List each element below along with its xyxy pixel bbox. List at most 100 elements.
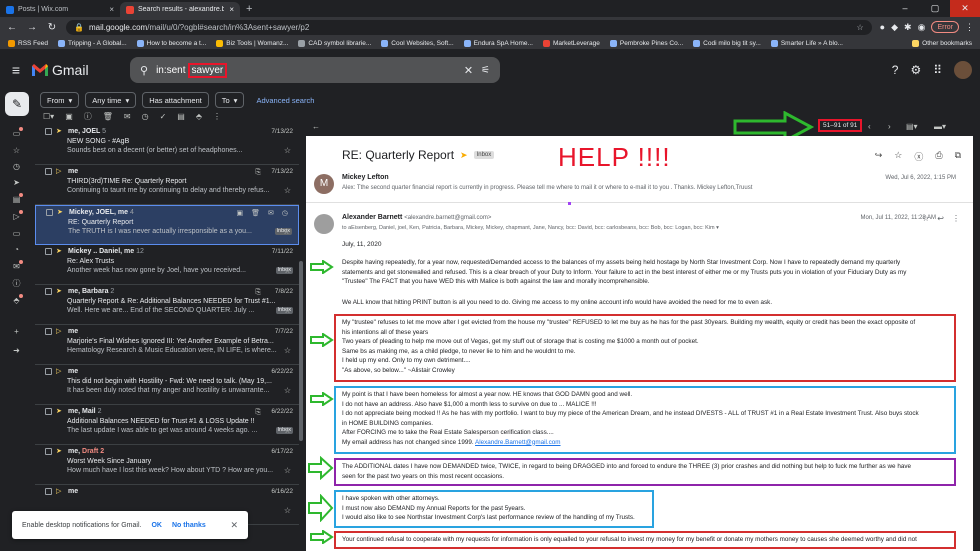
filter-has-attachment[interactable]: Has attachment — [142, 92, 209, 108]
back-to-list-icon[interactable]: ← — [312, 122, 320, 131]
toast-ok-button[interactable]: OK — [151, 522, 162, 529]
search-bar[interactable]: ⚲ in:sent sawyer ✕ ⚟ — [130, 57, 500, 83]
email-row[interactable]: ▷ me 6/22/22 This did not begin with Hosti… — [35, 365, 299, 405]
create-label-icon[interactable]: + — [12, 327, 21, 336]
star-icon[interactable]: ☆ — [284, 146, 291, 156]
extension-icon[interactable]: ● — [880, 22, 885, 32]
star-icon[interactable]: ☆ — [284, 306, 291, 316]
delete-icon[interactable]: 🗑 — [251, 209, 260, 219]
reply-all-icon[interactable]: ↪ — [875, 150, 883, 163]
email-row[interactable]: ➤ me, Mail 2 6/22/22 Additional Balances NE… — [35, 405, 299, 445]
email-row[interactable]: ➤ Mickey, JOEL, me 4 RE: Quarterly Report T… — [35, 205, 299, 245]
settings-gear-icon[interactable]: ⚙ — [910, 63, 921, 77]
forward-icon[interactable]: → — [26, 22, 38, 33]
prev-page-icon[interactable]: ‹ — [868, 122, 871, 131]
important-marker-icon[interactable]: ➤ — [56, 407, 64, 417]
tab-wix-posts[interactable]: Posts | Wix.com × — [0, 2, 120, 17]
delete-icon[interactable]: 🗑 — [103, 112, 113, 121]
important-marker-icon[interactable]: ➤ — [57, 208, 65, 218]
star-icon[interactable]: ☆ — [284, 266, 291, 276]
bookmark-item[interactable]: MarketLeverage — [542, 39, 600, 47]
forward-icon[interactable]: ☆ — [894, 150, 902, 163]
account-avatar[interactable] — [954, 61, 972, 79]
main-menu-icon[interactable]: ≡ — [0, 62, 32, 78]
toast-close-icon[interactable]: ✕ — [230, 520, 238, 531]
important-marker-icon[interactable]: ➤ — [56, 447, 64, 457]
email-link[interactable]: Alexandre.Barnett@gmail.com — [475, 439, 561, 446]
compose-button[interactable]: ✎ — [5, 92, 29, 116]
email-row[interactable]: ▷ me 7/7/22 Marjorie's Final Wishes Ignore… — [35, 325, 299, 365]
list-scrollbar[interactable] — [299, 117, 304, 551]
filter-from[interactable]: From ▾ — [40, 92, 80, 108]
new-tab-button[interactable]: + — [240, 3, 258, 15]
important-marker-icon[interactable]: ➤ — [56, 247, 64, 257]
more-options-icon[interactable]: ⋮ — [213, 112, 221, 121]
move-to-icon[interactable]: ▤ — [177, 112, 185, 121]
bookmark-star-icon[interactable]: ☆ — [857, 23, 864, 32]
row-checkbox[interactable] — [45, 288, 52, 296]
clear-search-icon[interactable]: ✕ — [464, 64, 473, 77]
archive-icon[interactable]: ▣ — [237, 209, 244, 219]
all-mail-icon[interactable]: ✉ — [12, 260, 23, 271]
snooze-icon[interactable]: ◷ — [282, 209, 288, 219]
label-icon[interactable]: ⬘ — [196, 112, 202, 121]
close-thread-icon[interactable]: ⓧ — [914, 150, 923, 163]
minimize-icon[interactable]: – — [890, 0, 920, 17]
inbox-label-chip[interactable]: Inbox — [473, 151, 495, 159]
recipients-line[interactable]: to aEisenberg, Daniel, joel, Ken, Patric… — [342, 225, 719, 231]
bookmark-item[interactable]: Codi milo big tit sy... — [693, 39, 761, 47]
star-icon[interactable]: ☆ — [284, 466, 291, 476]
row-checkbox[interactable] — [45, 128, 52, 136]
print-icon[interactable]: ⎙ — [935, 150, 942, 163]
star-icon[interactable]: ☆ — [284, 386, 291, 396]
back-icon[interactable]: ← — [6, 22, 18, 33]
scrollbar-thumb[interactable] — [299, 261, 303, 441]
bookmark-item[interactable]: CAD symbol librarie... — [298, 39, 371, 47]
bookmark-item[interactable]: Endura SpA Home... — [463, 39, 533, 47]
split-pane-icon[interactable]: ▤▾ — [906, 122, 918, 131]
reply-icon[interactable]: ↩ — [937, 214, 944, 223]
archive-icon[interactable]: ▣ — [65, 112, 73, 121]
bookmark-item[interactable]: RSS Feed — [8, 39, 48, 47]
puzzle-icon[interactable]: ✱ — [904, 22, 912, 33]
gmail-logo[interactable]: Gmail — [32, 62, 130, 78]
add-task-icon[interactable]: ✓ — [160, 112, 167, 121]
star-icon[interactable]: ☆ — [284, 506, 291, 516]
filter-any-time[interactable]: Any time ▾ — [85, 92, 137, 108]
drafts-icon[interactable]: ▤ — [12, 193, 23, 204]
mark-unread-icon[interactable]: ✉ — [124, 112, 131, 121]
maximize-icon[interactable]: ▢ — [920, 0, 950, 17]
bookmark-item[interactable]: Pembroke Pines Co... — [609, 39, 683, 47]
star-icon[interactable]: ☆ — [284, 346, 291, 356]
email-row[interactable]: ➤ me, Draft 2 6/17/22 Worst Week Since Jan… — [35, 445, 299, 485]
row-checkbox[interactable] — [45, 168, 52, 176]
snooze-icon[interactable]: ◷ — [142, 112, 149, 121]
star-icon[interactable]: ☆ — [284, 186, 291, 196]
next-page-icon[interactable]: › — [888, 122, 891, 131]
email-row[interactable]: ▷ me 7/13/22 THIRD(3rd)TIME Re: Quarterly … — [35, 165, 299, 205]
row-checkbox[interactable] — [45, 448, 52, 456]
open-new-window-icon[interactable]: ⧉ — [955, 150, 961, 163]
help-icon[interactable]: ? — [892, 63, 899, 77]
more-icon[interactable]: ⋮ — [952, 214, 960, 223]
chats-icon[interactable]: ▭ — [12, 229, 21, 238]
search-icon[interactable]: ⚲ — [140, 64, 148, 77]
email-row[interactable]: ➤ Mickey .. Daniel, me 12 7/11/22 Re: Alex … — [35, 245, 299, 285]
label-tag-icon[interactable]: ➜ — [12, 346, 21, 355]
apps-grid-icon[interactable]: ⠿ — [933, 63, 942, 77]
close-window-icon[interactable]: ✕ — [950, 0, 980, 17]
important-marker-icon[interactable]: ➤ — [56, 287, 64, 297]
close-tab-icon[interactable]: × — [109, 5, 114, 14]
close-tab-icon[interactable]: × — [229, 5, 234, 14]
select-all-checkbox[interactable]: ☐▾ — [43, 112, 54, 121]
starred-icon[interactable]: ☆ — [12, 146, 21, 155]
not-important-icon[interactable]: ▷ — [56, 487, 64, 497]
email-row[interactable]: ➤ me, Barbara 2 7/8/22 Quarterly Report & R… — [35, 285, 299, 325]
bookmark-item[interactable]: How to become a t... — [136, 39, 206, 47]
bookmark-item[interactable]: Tripping - A Global... — [58, 39, 127, 47]
menu-dots-icon[interactable]: ⋮ — [965, 22, 974, 33]
important-marker-icon[interactable]: ➤ — [56, 127, 64, 137]
star-icon[interactable]: ☆ — [283, 227, 290, 237]
snoozed-icon[interactable]: ◷ — [12, 162, 21, 171]
search-options-icon[interactable]: ⚟ — [481, 65, 490, 76]
